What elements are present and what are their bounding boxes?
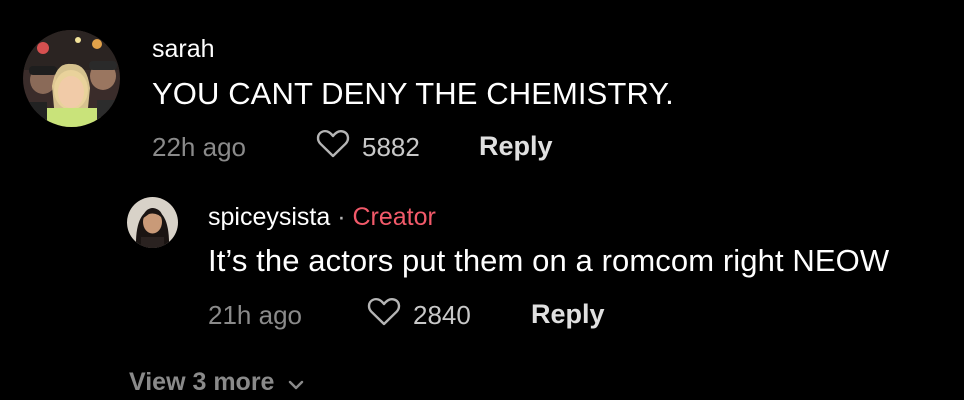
chevron-down-icon <box>288 370 304 395</box>
reply-username[interactable]: spiceysista <box>208 203 330 231</box>
heart-icon <box>367 297 401 332</box>
user-photo-avatar-image <box>127 197 178 248</box>
reply-username-line: spiceysista · Creator <box>208 205 436 230</box>
reply-text: It’s the actors put them on a romcom rig… <box>208 243 890 278</box>
comment-reply-button[interactable]: Reply <box>479 133 553 160</box>
view-more-replies-button[interactable]: View 3 more <box>129 370 304 395</box>
reply-reply-button[interactable]: Reply <box>531 301 605 328</box>
view-more-label: View 3 more <box>129 368 275 396</box>
comment-like-button[interactable]: 5882 <box>316 129 420 164</box>
reply-timestamp: 21h ago <box>208 300 302 330</box>
comment-text: YOU CANT DENY THE CHEMISTRY. <box>152 76 674 111</box>
commenter-username[interactable]: sarah <box>152 37 215 62</box>
user-photo-avatar-image <box>23 30 120 127</box>
reply-like-count: 2840 <box>413 299 471 330</box>
creator-separator: · <box>337 203 346 231</box>
heart-icon <box>316 129 350 164</box>
creator-badge: Creator <box>352 203 436 231</box>
commenter-avatar[interactable] <box>23 30 120 127</box>
comment-timestamp: 22h ago <box>152 132 246 162</box>
reply-avatar[interactable] <box>127 197 178 248</box>
comment-like-count: 5882 <box>362 131 420 162</box>
reply-like-button[interactable]: 2840 <box>367 297 471 332</box>
